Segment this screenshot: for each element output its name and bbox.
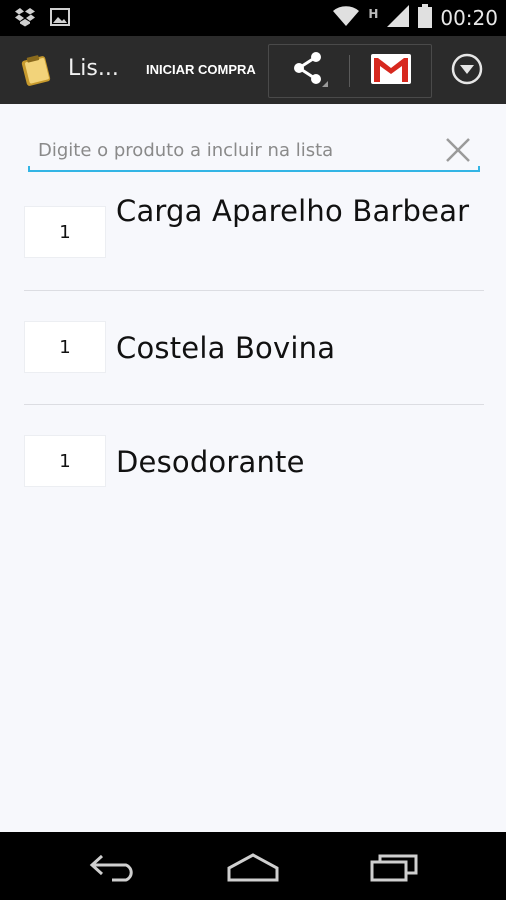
- home-button[interactable]: [225, 850, 281, 884]
- product-name: Costela Bovina: [116, 331, 336, 365]
- shopping-list: 1 Carga Aparelho Barbear 1 Costela Bovin…: [24, 186, 484, 515]
- share-button[interactable]: [269, 45, 349, 97]
- gmail-icon: [370, 52, 412, 90]
- input-underline: [28, 166, 480, 172]
- product-name: Carga Aparelho Barbear: [116, 194, 470, 228]
- overflow-menu-button[interactable]: [448, 52, 486, 90]
- clear-input-button[interactable]: [444, 136, 472, 164]
- product-name: Desodorante: [116, 445, 305, 479]
- back-button[interactable]: [86, 850, 142, 884]
- product-input-wrapper: [28, 132, 480, 172]
- start-shopping-button[interactable]: INICIAR COMPRA: [140, 54, 262, 86]
- list-item[interactable]: 1 Desodorante: [24, 405, 484, 515]
- back-icon: [89, 854, 133, 882]
- list-item[interactable]: 1 Carga Aparelho Barbear: [24, 186, 484, 291]
- product-input[interactable]: [28, 132, 438, 168]
- action-bar: Lis... INICIAR COMPRA: [0, 36, 506, 104]
- status-bar: H 00:20: [0, 0, 506, 36]
- action-divider: [349, 55, 350, 87]
- share-icon: [289, 49, 329, 93]
- app-title: Lis...: [68, 56, 119, 81]
- clock: 00:20: [440, 6, 498, 30]
- network-type-label: H: [368, 7, 379, 21]
- quantity-box[interactable]: 1: [24, 435, 106, 487]
- close-icon: [446, 138, 470, 162]
- recents-button[interactable]: [366, 850, 422, 884]
- dropbox-icon: [14, 7, 36, 31]
- signal-icon: [386, 4, 410, 32]
- battery-icon: [418, 4, 433, 32]
- gmail-button[interactable]: [351, 45, 431, 97]
- home-icon: [227, 853, 279, 882]
- recents-icon: [370, 854, 418, 882]
- navigation-bar: [0, 832, 506, 900]
- list-item[interactable]: 1 Costela Bovina: [24, 291, 484, 405]
- wifi-icon: [332, 5, 360, 31]
- image-icon: [50, 8, 70, 30]
- overflow-menu-icon: [450, 52, 484, 90]
- action-button-group: [268, 44, 432, 98]
- quantity-box[interactable]: 1: [24, 321, 106, 373]
- quantity-box[interactable]: 1: [24, 206, 106, 258]
- app-icon[interactable]: [20, 52, 54, 88]
